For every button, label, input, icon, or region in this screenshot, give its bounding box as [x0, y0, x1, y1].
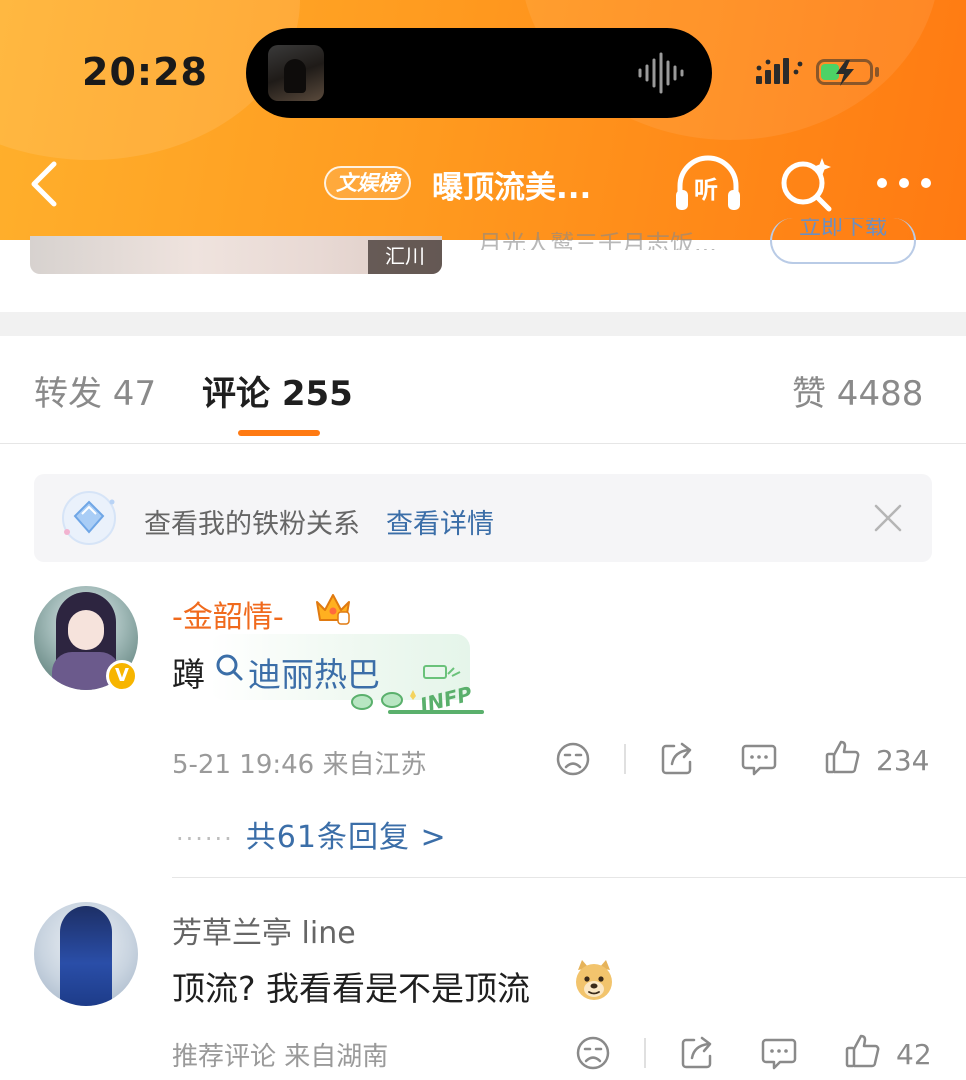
meta-fade-overlay [400, 1036, 560, 1076]
tab-reposts[interactable]: 转发 47 [34, 366, 156, 415]
section-divider [0, 312, 966, 336]
audio-wave-icon [638, 52, 684, 94]
like-icon[interactable] [844, 1032, 882, 1070]
back-arrow-icon[interactable] [22, 158, 66, 210]
reply-dots: ······ [176, 825, 234, 853]
dynamic-island[interactable] [246, 28, 712, 118]
avatar-face [68, 610, 104, 650]
status-time: 20:28 [82, 50, 208, 94]
infp-sticker-icon: INFP [351, 665, 484, 716]
top-header: 20:28 文娱榜 曝顶流美... 听 [0, 0, 966, 240]
comment-icon[interactable] [760, 1034, 798, 1072]
comment-username[interactable]: -金韶情- [172, 592, 284, 636]
hot-list-tag[interactable]: 文娱榜 [324, 166, 411, 200]
comment-meta: 5-21 19:46 来自江苏 [172, 750, 427, 780]
avatar-figure [60, 906, 112, 1006]
close-icon[interactable] [872, 502, 904, 534]
listen-label: 听 [694, 176, 718, 204]
comment-icon[interactable] [740, 740, 778, 778]
action-separator [624, 744, 626, 774]
like-icon[interactable] [824, 738, 862, 776]
dislike-icon[interactable] [574, 1034, 612, 1072]
comment-text: 顶流? 我看看是不是顶流 [172, 969, 531, 1008]
view-replies-link[interactable]: ······ 共61条回复 > [176, 812, 447, 856]
fan-banner-link[interactable]: 查看详情 [386, 502, 494, 541]
verified-badge-icon: V [106, 660, 138, 692]
active-tab-indicator [238, 430, 320, 436]
reply-count-text: 共61条回复 > [245, 820, 447, 855]
like-count: 234 [876, 744, 930, 777]
diamond-fan-icon [62, 491, 116, 545]
tab-comments[interactable]: 评论 255 [202, 366, 353, 415]
now-playing-artwork [268, 45, 324, 101]
battery-charging-icon [816, 59, 879, 86]
fan-banner-text: 查看我的铁粉关系 [144, 509, 360, 540]
comment-text: 蹲 [172, 655, 205, 694]
tabs-divider [0, 443, 966, 444]
comment-meta: 推荐评论 来自湖南 [172, 1042, 389, 1072]
dislike-icon[interactable] [554, 740, 592, 778]
page-title: 曝顶流美... [432, 170, 592, 206]
tab-likes[interactable]: 赞 4488 [792, 366, 923, 415]
share-icon[interactable] [658, 740, 696, 778]
search-icon [216, 654, 243, 681]
download-button[interactable]: 立即下载 [770, 218, 916, 264]
crown-icon [316, 594, 350, 625]
comment-divider [172, 877, 966, 878]
comment-username[interactable]: 芳草兰亭 line [172, 908, 356, 952]
avatar[interactable] [34, 902, 138, 1006]
doge-emoji-icon [576, 960, 612, 1000]
like-count: 42 [896, 1038, 932, 1071]
share-icon[interactable] [678, 1034, 716, 1072]
ai-search-icon[interactable] [778, 156, 834, 212]
more-dots-icon[interactable] [874, 170, 934, 196]
ad-thumbnail-label: 汇川 [368, 240, 442, 274]
cellular-signal-icon [756, 58, 803, 84]
action-separator [644, 1038, 646, 1068]
ad-description: 月光人鹫三千月志饭... [478, 230, 717, 250]
